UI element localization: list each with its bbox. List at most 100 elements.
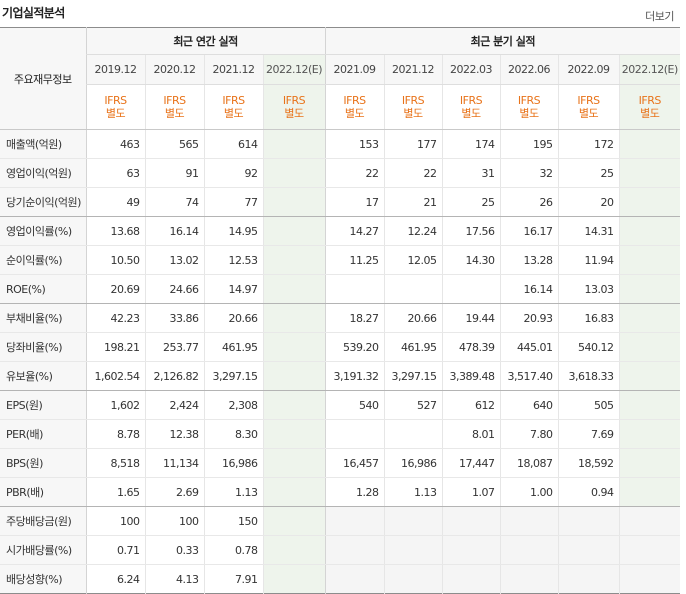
more-link[interactable]: 더보기 <box>645 8 674 24</box>
annual-cell <box>262 564 326 594</box>
separate-text: 별도 <box>578 107 599 120</box>
annual-cell: 14.95 <box>203 216 263 246</box>
quarter-cell: 18,087 <box>499 448 559 478</box>
quarter-cell: 612 <box>441 390 501 420</box>
quarter-cell: 22 <box>383 158 443 188</box>
ifrs-text: IFRS <box>104 94 127 107</box>
table-row: 부채비율(%) 42.23 33.86 20.66 18.27 20.66 19.44 20.… <box>0 303 681 333</box>
quarter-period-2: 2022.03 <box>441 54 501 85</box>
quarter-cell <box>324 419 385 449</box>
quarter-cell: 7.80 <box>499 419 559 449</box>
quarter-cell: 445.01 <box>499 332 559 362</box>
annual-cell <box>262 448 326 478</box>
row-label: 시가배당률(%) <box>0 535 86 565</box>
quarter-cell <box>383 506 443 536</box>
quarter-cell <box>499 564 559 594</box>
annual-cell <box>262 216 326 246</box>
table-row: EPS(원) 1,602 2,424 2,308 540 527 612 640 505 <box>0 390 681 420</box>
quarter-cell: 25 <box>441 187 501 217</box>
quarter-cell: 3,191.32 <box>324 361 385 391</box>
ifrs-text: IFRS <box>282 94 306 107</box>
quarter-cell <box>324 564 385 594</box>
annual-cell <box>262 274 326 304</box>
table-row: 시가배당률(%) 0.71 0.33 0.78 <box>0 535 681 565</box>
quarter-cell <box>618 477 681 507</box>
ifrs-text: IFRS <box>222 94 245 107</box>
quarter-cell: 172 <box>557 129 620 159</box>
quarter-cell: 3,389.48 <box>441 361 501 391</box>
annual-cell: 100 <box>85 506 145 536</box>
annual-cell: 0.71 <box>85 535 145 565</box>
annual-ifrs-label-1: IFRS 별도 <box>144 84 204 130</box>
annual-cell: 2.69 <box>144 477 204 507</box>
quarter-cell <box>557 506 620 536</box>
table-row: 영업이익률(%) 13.68 16.14 14.95 14.27 12.24 17.56 16… <box>0 216 681 246</box>
separate-text: 별도 <box>284 107 304 120</box>
quarter-period-3: 2022.06 <box>499 54 559 85</box>
quarter-cell: 640 <box>499 390 559 420</box>
table-row: 영업이익(억원) 63 91 92 22 22 31 32 25 <box>0 158 681 188</box>
ifrs-text: IFRS <box>163 94 186 107</box>
quarter-cell: 17,447 <box>441 448 501 478</box>
table-row: 매출액(억원) 463 565 614 153 177 174 195 172 <box>0 129 681 159</box>
quarter-cell <box>618 332 681 362</box>
annual-group-header: 최근 연간 실적 <box>85 27 326 55</box>
annual-cell: 463 <box>85 129 145 159</box>
row-label: 유보율(%) <box>0 361 86 391</box>
annual-cell: 11,134 <box>144 448 204 478</box>
annual-cell: 253.77 <box>144 332 204 362</box>
annual-cell: 2,424 <box>144 390 204 420</box>
financial-summary-table: 주요재무정보 최근 연간 실적 최근 분기 실적 2019.12 2020.12 2… <box>0 27 681 594</box>
annual-cell: 20.66 <box>203 303 263 333</box>
quarter-cell: 14.27 <box>324 216 385 246</box>
annual-cell: 63 <box>85 158 145 188</box>
ifrs-text: IFRS <box>459 94 483 107</box>
quarter-cell <box>383 274 443 304</box>
quarter-cell: 16,457 <box>324 448 385 478</box>
separate-text: 별도 <box>403 107 423 120</box>
annual-cell <box>262 390 326 420</box>
quarter-cell: 3,618.33 <box>557 361 620 391</box>
annual-cell: 4.13 <box>144 564 204 594</box>
annual-cell <box>262 361 326 391</box>
quarter-cell: 32 <box>499 158 559 188</box>
quarter-cell: 17.56 <box>441 216 501 246</box>
annual-cell <box>262 158 326 188</box>
quarter-cell: 20 <box>557 187 620 217</box>
quarter-cell: 13.03 <box>557 274 620 304</box>
table-row: 유보율(%) 1,602.54 2,126.82 3,297.15 3,191.32 3,… <box>0 361 681 391</box>
annual-cell: 1.65 <box>85 477 145 507</box>
section-header: 기업실적분석 더보기 <box>0 0 686 28</box>
separate-text: 별도 <box>105 107 126 120</box>
annual-cell <box>262 419 326 449</box>
quarter-cell <box>618 361 681 391</box>
quarter-cell: 7.69 <box>557 419 620 449</box>
quarter-cell: 21 <box>383 187 443 217</box>
quarter-cell: 14.30 <box>441 245 501 275</box>
separate-text: 별도 <box>461 107 481 120</box>
annual-period-2: 2021.12 <box>203 54 263 85</box>
quarter-ifrs-label-2: IFRS 별도 <box>441 84 501 130</box>
quarter-ifrs-label-4: IFRS 별도 <box>557 84 620 130</box>
table-row: 순이익률(%) 10.50 13.02 12.53 11.25 12.05 14.30 13.… <box>0 245 681 275</box>
quarter-cell: 539.20 <box>324 332 385 362</box>
quarter-cell: 12.05 <box>383 245 443 275</box>
table-row: PER(배) 8.78 12.38 8.30 8.01 7.80 7.69 <box>0 419 681 449</box>
table-row: ROE(%) 20.69 24.66 14.97 16.14 13.03 <box>0 274 681 304</box>
separate-text: 별도 <box>344 107 365 120</box>
annual-cell: 13.68 <box>85 216 145 246</box>
annual-cell: 16.14 <box>144 216 204 246</box>
separate-text: 별도 <box>164 107 185 120</box>
ifrs-text: IFRS <box>517 94 541 107</box>
annual-cell: 1.13 <box>203 477 263 507</box>
quarter-cell <box>618 448 681 478</box>
ifrs-text: IFRS <box>343 94 366 107</box>
quarter-cell <box>441 535 501 565</box>
table-row: BPS(원) 8,518 11,134 16,986 16,457 16,986 17,44… <box>0 448 681 478</box>
annual-cell <box>262 535 326 565</box>
annual-ifrs-label-2: IFRS 별도 <box>203 84 263 130</box>
annual-cell: 91 <box>144 158 204 188</box>
table-row: 당좌비율(%) 198.21 253.77 461.95 539.20 461.95 478… <box>0 332 681 362</box>
table-row: PBR(배) 1.65 2.69 1.13 1.28 1.13 1.07 1.00 0.94 <box>0 477 681 507</box>
annual-ifrs-label-3: IFRS 별도 <box>262 84 326 130</box>
